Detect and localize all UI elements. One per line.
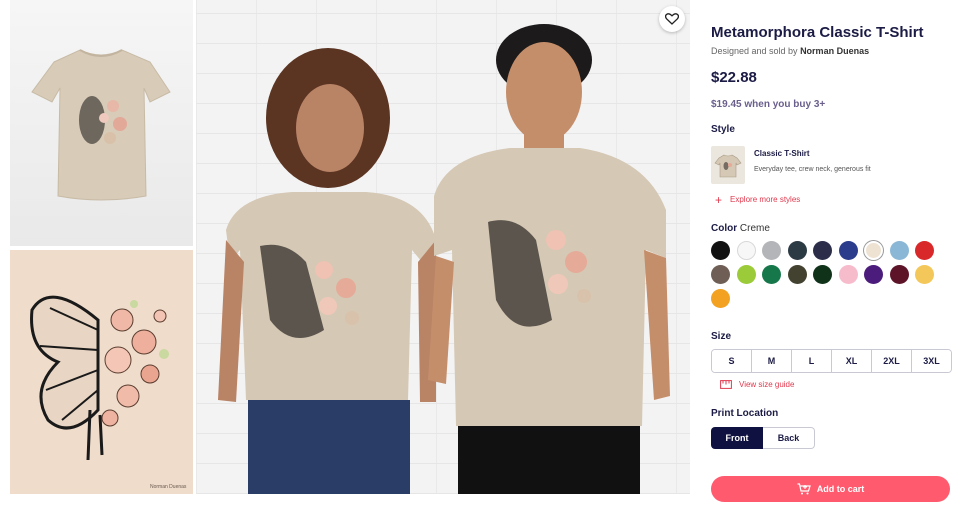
color-swatch-orange[interactable] [711,289,730,308]
color-swatch-creme[interactable] [864,241,883,260]
color-swatch-lime[interactable] [736,265,756,284]
size-selector: S M L XL 2XL 3XL [711,349,952,373]
cart-icon [797,483,811,495]
color-swatch-dark-slate[interactable] [787,241,807,260]
color-swatch-maroon[interactable] [889,265,909,284]
designer-byline: Designed and sold by Norman Duenas [711,46,869,56]
product-price: $22.88 [711,69,757,86]
explore-styles-link[interactable]: + Explore more styles [715,192,801,207]
size-option-l[interactable]: L [792,350,832,372]
byline-prefix: Designed and sold by [711,46,801,56]
product-hero-image [196,0,690,494]
bulk-discount-price: $19.45 when you buy 3+ [711,99,826,110]
style-label: Style [711,124,735,135]
artwork-signature: Norman Duenas [150,484,187,490]
color-swatch-black[interactable] [711,241,730,260]
plus-icon: + [715,192,723,207]
add-to-cart-button[interactable]: Add to cart [711,476,950,502]
product-title: Metamorphora Classic T-Shirt [711,24,924,41]
size-guide-label: View size guide [739,380,795,389]
add-to-cart-label: Add to cart [816,484,865,494]
size-option-2xl[interactable]: 2XL [872,350,912,372]
color-swatch-olive[interactable] [787,265,807,284]
color-label: Color Creme [711,223,770,234]
ruler-icon [720,380,732,389]
color-swatch-navy[interactable] [813,241,832,260]
color-swatch-purple[interactable] [864,265,883,284]
print-back-button[interactable]: Back [763,427,815,449]
print-location-toggle: Front Back [711,427,815,449]
style-thumbnail [711,146,745,184]
color-swatch-yellow[interactable] [915,265,934,284]
color-swatch-forest[interactable] [813,265,832,284]
explore-styles-label: Explore more styles [730,195,801,204]
color-swatch-white[interactable] [736,241,756,260]
size-guide-link[interactable]: View size guide [720,380,794,389]
color-swatch-red[interactable] [915,241,934,260]
style-name: Classic T-Shirt [754,149,810,158]
heart-icon [665,13,679,25]
size-option-xl[interactable]: XL [832,350,872,372]
color-swatch-royal-blue[interactable] [838,241,858,260]
color-swatch-heather-grey[interactable] [762,241,781,260]
size-option-3xl[interactable]: 3XL [912,350,951,372]
selected-color-name: Creme [739,223,770,234]
color-swatch-kelly-green[interactable] [762,265,781,284]
artist-link[interactable]: Norman Duenas [800,46,869,56]
thumbnail-artwork[interactable]: Norman Duenas [10,250,193,494]
color-swatch-light-pink[interactable] [838,265,858,284]
tshirt-icon [714,154,742,178]
size-option-m[interactable]: M [752,350,792,372]
color-label-text: Color [711,223,738,234]
color-swatch-light-blue[interactable] [889,241,909,260]
print-front-button[interactable]: Front [711,427,763,449]
favorite-button[interactable] [659,6,685,32]
size-label: Size [711,331,732,342]
print-location-label: Print Location [711,408,779,419]
style-option-card[interactable]: Classic T-Shirt Everyday tee, crew neck,… [711,146,951,186]
style-description: Everyday tee, crew neck, generous fit [754,166,871,173]
color-swatch-brown[interactable] [711,265,730,284]
thumbnail-tshirt[interactable] [10,0,193,246]
size-option-s[interactable]: S [712,350,752,372]
